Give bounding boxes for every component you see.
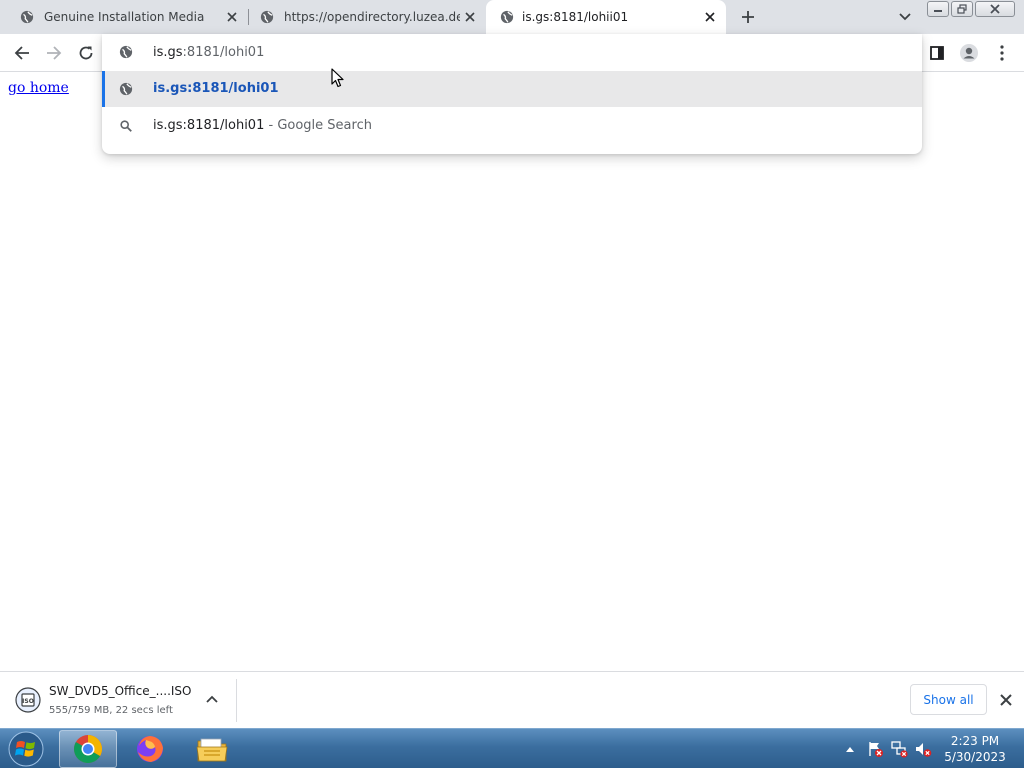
go-home-link[interactable]: go home: [8, 80, 69, 96]
clock-date: 5/30/2023: [944, 750, 1006, 764]
download-status: 555/759 MB, 22 secs left: [49, 705, 173, 716]
chevron-up-icon: [846, 747, 854, 752]
suggestion-google-search[interactable]: is.gs:8181/lohi01 - Google Search: [102, 108, 922, 144]
show-hidden-icons-button[interactable]: [844, 743, 856, 755]
download-filename: SW_DVD5_Office_....ISO: [49, 684, 192, 698]
autocomplete-text: :8181/lohi01: [182, 45, 265, 60]
suggestion-url[interactable]: is.gs:8181/lohi01: [102, 71, 922, 107]
mouse-cursor: [331, 68, 344, 88]
omnibox-dropdown: is.gs:8181/lohi01 is.gs:8181/lohi01 is.g…: [102, 34, 922, 154]
kebab-menu-icon: [1000, 45, 1004, 61]
download-shelf: ISO SW_DVD5_Office_....ISO 555/759 MB, 2…: [0, 671, 1024, 728]
tab-opendirectory[interactable]: https://opendirectory.luzea.de/Er: [240, 0, 488, 34]
clock-time: 2:23 PM: [950, 734, 1000, 748]
new-tab-button[interactable]: [738, 7, 758, 27]
menu-button[interactable]: [991, 42, 1013, 64]
tab-title: is.gs:8181/lohii01: [522, 10, 629, 24]
tab-genuine-installation-media[interactable]: Genuine Installation Media: [0, 0, 248, 34]
chrome-icon: [74, 735, 102, 763]
globe-icon: [119, 82, 133, 96]
iso-file-icon: ISO: [15, 687, 41, 713]
side-panel-icon: [930, 46, 944, 60]
close-icon: [1000, 694, 1012, 706]
firefox-icon: [137, 736, 163, 762]
typed-text: is.gs: [153, 45, 183, 60]
address-bar[interactable]: is.gs:8181/lohi01: [102, 34, 922, 70]
shelf-divider: [236, 679, 237, 722]
network-icon[interactable]: [890, 740, 908, 758]
side-panel-button[interactable]: [926, 42, 948, 64]
minimize-icon: [934, 10, 942, 12]
search-query: is.gs:8181/lohi01: [153, 118, 265, 133]
close-icon[interactable]: [702, 9, 718, 25]
chevron-up-icon: [206, 695, 218, 703]
back-arrow-icon: [14, 46, 29, 60]
system-clock[interactable]: 2:23 PM 5/30/2023: [940, 733, 1010, 765]
avatar-icon: [960, 44, 978, 62]
svg-text:ISO: ISO: [22, 698, 34, 705]
reload-icon: [79, 46, 93, 60]
search-suffix: - Google Search: [264, 118, 372, 133]
taskbar-chrome[interactable]: [59, 730, 117, 768]
windows-logo-icon: [8, 731, 44, 767]
globe-icon: [500, 10, 514, 24]
taskbar-file-explorer[interactable]: [183, 730, 241, 768]
download-options-button[interactable]: [204, 691, 220, 707]
globe-icon: [119, 45, 133, 59]
close-window-button[interactable]: [975, 1, 1015, 17]
globe-icon: [260, 10, 274, 24]
show-all-button[interactable]: Show all: [910, 684, 987, 715]
suggestion-text: is.gs:8181/lohi01: [153, 81, 279, 96]
taskbar-firefox[interactable]: [121, 730, 179, 768]
tab-search-button[interactable]: [896, 8, 914, 26]
suggestion-text: is.gs:8181/lohi01 - Google Search: [153, 118, 372, 133]
globe-icon: [20, 10, 34, 24]
file-explorer-icon: [196, 738, 228, 762]
back-button[interactable]: [11, 42, 33, 64]
address-input[interactable]: is.gs:8181/lohi01: [153, 45, 264, 60]
action-center-icon[interactable]: [866, 740, 884, 758]
restore-button[interactable]: [951, 1, 973, 17]
tab-title: Genuine Installation Media: [44, 10, 205, 24]
chevron-down-icon: [899, 13, 911, 21]
close-shelf-button[interactable]: [997, 691, 1015, 709]
forward-arrow-icon: [47, 46, 62, 60]
close-icon: [990, 4, 1000, 14]
plus-icon: [742, 11, 754, 23]
start-button[interactable]: [3, 730, 49, 768]
tab-title: https://opendirectory.luzea.de/Er: [284, 10, 460, 24]
minimize-button[interactable]: [927, 1, 949, 17]
tab-strip: Genuine Installation Media https://opend…: [0, 0, 1024, 34]
search-icon: [120, 120, 132, 132]
close-icon[interactable]: [224, 9, 240, 25]
reload-button[interactable]: [75, 42, 97, 64]
volume-muted-icon[interactable]: [914, 740, 932, 758]
selection-indicator: [102, 71, 105, 107]
profile-button[interactable]: [958, 42, 980, 64]
forward-button[interactable]: [43, 42, 65, 64]
restore-icon: [957, 4, 967, 14]
window-controls: [927, 1, 1017, 17]
close-icon[interactable]: [462, 9, 478, 25]
tab-is-gs-lohii01[interactable]: is.gs:8181/lohii01: [486, 0, 726, 34]
download-item[interactable]: ISO SW_DVD5_Office_....ISO 555/759 MB, 2…: [0, 672, 236, 729]
taskbar: 2:23 PM 5/30/2023: [0, 728, 1024, 768]
